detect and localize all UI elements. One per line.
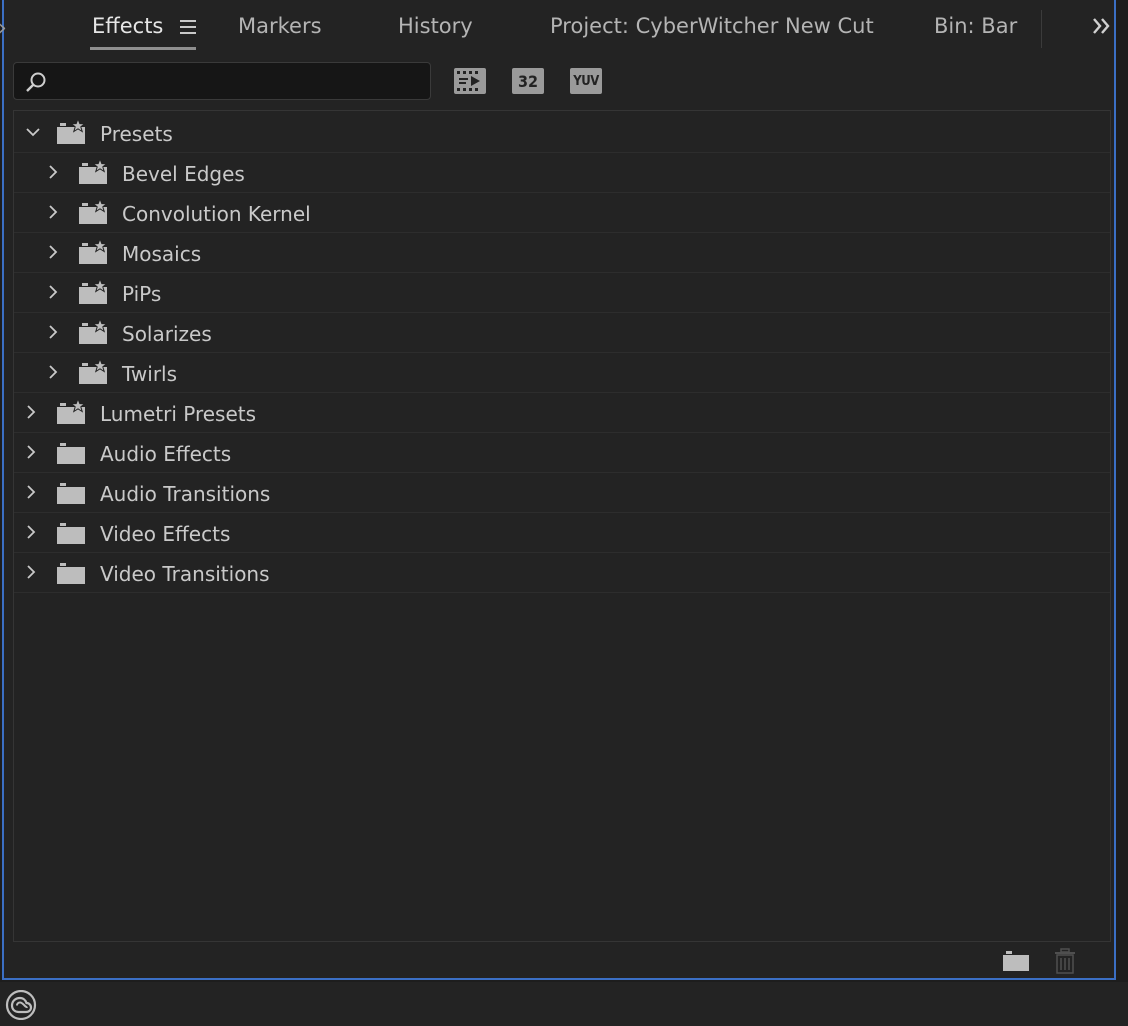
new-bin-icon <box>1003 951 1029 971</box>
folder-icon <box>57 483 85 504</box>
tree-item-label: Presets <box>100 122 173 146</box>
tree-item-label: Video Transitions <box>100 562 270 586</box>
creative-cloud-icon[interactable] <box>4 990 38 1020</box>
trash-icon <box>1055 948 1075 974</box>
status-bar <box>0 982 1128 1026</box>
preset-folder-icon <box>57 119 86 144</box>
tree-item-video-effects[interactable]: Video Effects <box>14 513 1110 553</box>
chevron-right-icon[interactable] <box>46 285 60 299</box>
tab-effects[interactable]: Effects <box>92 14 163 38</box>
tree-item-lumetri-presets[interactable]: Lumetri Presets <box>14 393 1110 433</box>
32-bit-color-icon: 32 <box>517 72 539 91</box>
tree-item-label: Audio Transitions <box>100 482 271 506</box>
tree-item-mosaics[interactable]: Mosaics <box>14 233 1110 273</box>
tab-markers[interactable]: Markers <box>238 14 322 38</box>
tab-overflow-icon[interactable] <box>1090 14 1114 38</box>
tree-item-audio-transitions[interactable]: Audio Transitions <box>14 473 1110 513</box>
tree-item-pips[interactable]: PiPs <box>14 273 1110 313</box>
accelerated-effects-icon <box>457 71 480 91</box>
folder-icon <box>57 563 85 584</box>
yuv-filter-button[interactable]: YUV <box>570 68 602 94</box>
preset-folder-icon <box>79 199 108 224</box>
tree-item-label: Twirls <box>122 362 178 386</box>
tree-item-bevel-edges[interactable]: Bevel Edges <box>14 153 1110 193</box>
effects-tree: Presets Bevel Edges Convolution Kernel M… <box>13 110 1111 942</box>
tree-item-label: Mosaics <box>122 242 202 266</box>
chevron-right-icon[interactable] <box>24 525 38 539</box>
tree-item-twirls[interactable]: Twirls <box>14 353 1110 393</box>
tree-item-label: Convolution Kernel <box>122 202 311 226</box>
tree-item-label: Bevel Edges <box>122 162 245 186</box>
tab-project[interactable]: Project: CyberWitcher New Cut <box>550 14 874 38</box>
chevron-right-icon[interactable] <box>46 165 60 179</box>
tree-item-label: Audio Effects <box>100 442 232 466</box>
chevron-right-icon[interactable] <box>24 405 38 419</box>
tab-bin[interactable]: Bin: Bar <box>934 14 1017 38</box>
chevron-right-icon[interactable] <box>46 325 60 339</box>
tree-item-label: Video Effects <box>100 522 231 546</box>
panel-tab-bar: › Effects Markers History Project: Cyber… <box>0 0 1114 56</box>
search-input[interactable] <box>54 67 428 97</box>
preset-folder-icon <box>79 359 108 384</box>
effects-panel: › Effects Markers History Project: Cyber… <box>0 0 1116 980</box>
search-field[interactable] <box>13 62 431 100</box>
preset-folder-icon <box>79 319 108 344</box>
preset-folder-icon <box>79 279 108 304</box>
scroll-left-indicator[interactable]: › <box>0 16 7 41</box>
preset-folder-icon <box>79 159 108 184</box>
accelerated-effects-filter-button[interactable] <box>454 68 486 94</box>
tab-history[interactable]: History <box>398 14 473 38</box>
search-icon <box>26 72 46 92</box>
preset-folder-icon <box>57 399 86 424</box>
tree-item-audio-effects[interactable]: Audio Effects <box>14 433 1110 473</box>
chevron-right-icon[interactable] <box>24 565 38 579</box>
tree-item-label: PiPs <box>122 282 162 306</box>
folder-icon <box>57 443 85 464</box>
yuv-effects-icon: YUV <box>573 74 599 89</box>
chevron-right-icon[interactable] <box>46 245 60 259</box>
tree-item-presets[interactable]: Presets <box>14 113 1110 153</box>
tab-divider <box>1041 10 1042 48</box>
panel-menu-icon[interactable] <box>180 20 196 34</box>
tree-item-video-transitions[interactable]: Video Transitions <box>14 553 1110 593</box>
new-bin-button[interactable] <box>1002 948 1030 976</box>
chevron-right-icon[interactable] <box>24 445 38 459</box>
chevron-down-icon[interactable] <box>26 125 40 139</box>
preset-folder-icon <box>79 239 108 264</box>
delete-button[interactable] <box>1054 948 1076 978</box>
chevron-right-icon[interactable] <box>46 365 60 379</box>
tree-item-label: Lumetri Presets <box>100 402 257 426</box>
chevron-right-icon[interactable] <box>46 205 60 219</box>
32-bit-color-filter-button[interactable]: 32 <box>512 68 544 94</box>
tree-item-solarizes[interactable]: Solarizes <box>14 313 1110 353</box>
folder-icon <box>57 523 85 544</box>
tree-item-label: Solarizes <box>122 322 212 346</box>
chevron-right-icon[interactable] <box>24 485 38 499</box>
active-tab-indicator <box>90 47 196 50</box>
tree-item-convolution-kernel[interactable]: Convolution Kernel <box>14 193 1110 233</box>
